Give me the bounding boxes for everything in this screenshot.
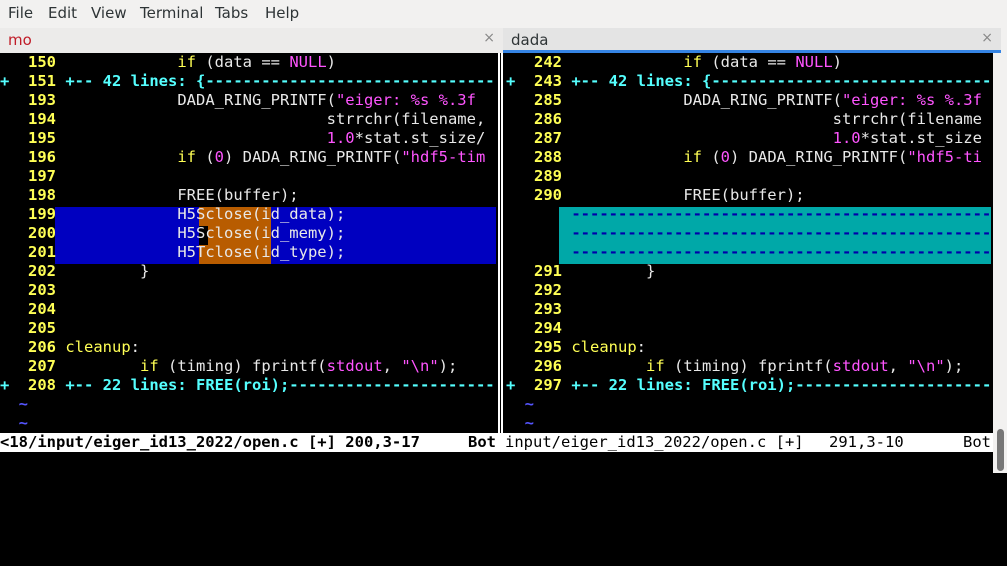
code-line: 295 cleanup: <box>524 338 647 356</box>
tilde-line: ~ <box>18 414 29 432</box>
scrollbar[interactable] <box>993 53 1007 473</box>
code-line: + 243 +-- 42 lines: {-------------------… <box>506 72 993 90</box>
split-bar <box>498 91 503 110</box>
status-line: <18/input/eiger_id13_2022/open.c [+] 200… <box>0 433 993 452</box>
vertical-split[interactable] <box>496 53 506 433</box>
split-bar <box>498 53 503 72</box>
split-bar <box>498 262 503 281</box>
code-line: ----------------------------------------… <box>571 243 993 261</box>
code-line: 198 FREE(buffer); <box>18 186 299 204</box>
vim-right-pane[interactable]: 242 if (data == NULL) + 243 +-- 42 lines:… <box>506 53 993 433</box>
split-bar <box>498 110 503 129</box>
code-line: 194 strrchr(filename, <box>18 110 486 128</box>
split-bar <box>498 357 503 376</box>
split-bar <box>498 167 503 186</box>
tab-mo-label: mo <box>8 31 32 49</box>
menu-terminal[interactable]: Terminal <box>140 4 203 22</box>
code-line: 195 1.0*stat.st_size/ <box>18 129 486 147</box>
code-line: + 208 +-- 22 lines: FREE(roi);----------… <box>0 376 496 394</box>
menu-edit[interactable]: Edit <box>48 4 77 22</box>
code-line: 204 <box>18 300 56 318</box>
code-line: + 151 +-- 42 lines: {-------------------… <box>0 72 496 90</box>
code-line: ----------------------------------------… <box>571 224 993 242</box>
left-status-file: <18/input/eiger_id13_2022/open.c [+] 200… <box>0 433 420 451</box>
code-line: 290 FREE(buffer); <box>524 186 805 204</box>
split-bar <box>498 186 503 205</box>
tab-dada-label: dada <box>511 31 549 49</box>
code-line: 196 if (0) DADA_RING_PRINTF("hdf5-tim <box>18 148 486 166</box>
close-icon[interactable]: × <box>981 30 993 46</box>
tilde-line: ~ <box>524 395 535 413</box>
vim-left-pane[interactable]: 150 if (data == NULL) + 151 +-- 42 lines:… <box>0 53 496 433</box>
menu-view[interactable]: View <box>91 4 127 22</box>
split-bar <box>498 300 503 319</box>
split-bar <box>498 319 503 338</box>
code-line: 207 if (timing) fprintf(stdout, "\n"); <box>18 357 458 375</box>
code-line: 296 if (timing) fprintf(stdout, "\n"); <box>524 357 964 375</box>
code-line: + 297 +-- 22 lines: FREE(roi);----------… <box>506 376 993 394</box>
code-line: 200 H5Sclose(id_memy); <box>18 224 346 242</box>
split-bar <box>498 376 503 395</box>
split-bar <box>498 414 503 433</box>
code-line: 285 DADA_RING_PRINTF("eiger: %s %.3f <box>524 91 982 109</box>
code-line: 287 1.0*stat.st_size <box>524 129 982 147</box>
split-bar <box>498 148 503 167</box>
menu-help[interactable]: Help <box>265 4 299 22</box>
split-bar <box>498 281 503 300</box>
code-line: 201 H5Tclose(id_type); <box>18 243 346 261</box>
code-line: 286 strrchr(filename <box>524 110 982 128</box>
tab-dada[interactable]: dada × <box>503 28 1001 53</box>
menu-file[interactable]: File <box>8 4 33 22</box>
tab-bar: mo × dada × <box>0 28 1007 54</box>
split-bar <box>498 395 503 414</box>
menu-tabs[interactable]: Tabs <box>215 4 248 22</box>
tilde-line: ~ <box>18 395 29 413</box>
split-bar <box>498 129 503 148</box>
code-line: 291 } <box>524 262 656 280</box>
code-line: 197 <box>18 167 56 185</box>
menu-bar: File Edit View Terminal Tabs Help <box>0 0 1007 28</box>
close-icon[interactable]: × <box>483 30 495 46</box>
right-status-lc: 291,3-10 <box>829 433 904 451</box>
code-line: 193 DADA_RING_PRINTF("eiger: %s %.3f <box>18 91 476 109</box>
left-status-pos: Bot <box>468 433 496 451</box>
tilde-line: ~ <box>524 414 535 432</box>
code-line: 205 <box>18 319 56 337</box>
scrollbar-thumb[interactable] <box>997 429 1004 471</box>
code-line: 292 <box>524 281 562 299</box>
terminal[interactable]: 150 if (data == NULL) + 151 +-- 42 lines:… <box>0 53 993 473</box>
code-line: 199 H5Sclose(id_data); <box>18 205 346 223</box>
code-line: 294 <box>524 319 562 337</box>
split-bar <box>498 338 503 357</box>
code-line: 202 } <box>18 262 150 280</box>
code-line: 288 if (0) DADA_RING_PRINTF("hdf5-ti <box>524 148 982 166</box>
tab-mo[interactable]: mo × <box>0 28 503 54</box>
code-line: 242 if (data == NULL) <box>524 53 842 71</box>
code-line: 289 <box>524 167 562 185</box>
split-bar <box>498 205 503 224</box>
right-status-pos: Bot <box>963 433 991 451</box>
code-line: 150 if (data == NULL) <box>18 53 336 71</box>
right-status-file: input/eiger_id13_2022/open.c [+] <box>505 433 804 451</box>
code-line: ----------------------------------------… <box>571 205 993 223</box>
code-line: 206 cleanup: <box>18 338 141 356</box>
split-bar <box>498 243 503 262</box>
code-line: 203 <box>18 281 56 299</box>
code-line: 293 <box>524 300 562 318</box>
split-bar <box>498 72 503 91</box>
split-bar <box>498 224 503 243</box>
